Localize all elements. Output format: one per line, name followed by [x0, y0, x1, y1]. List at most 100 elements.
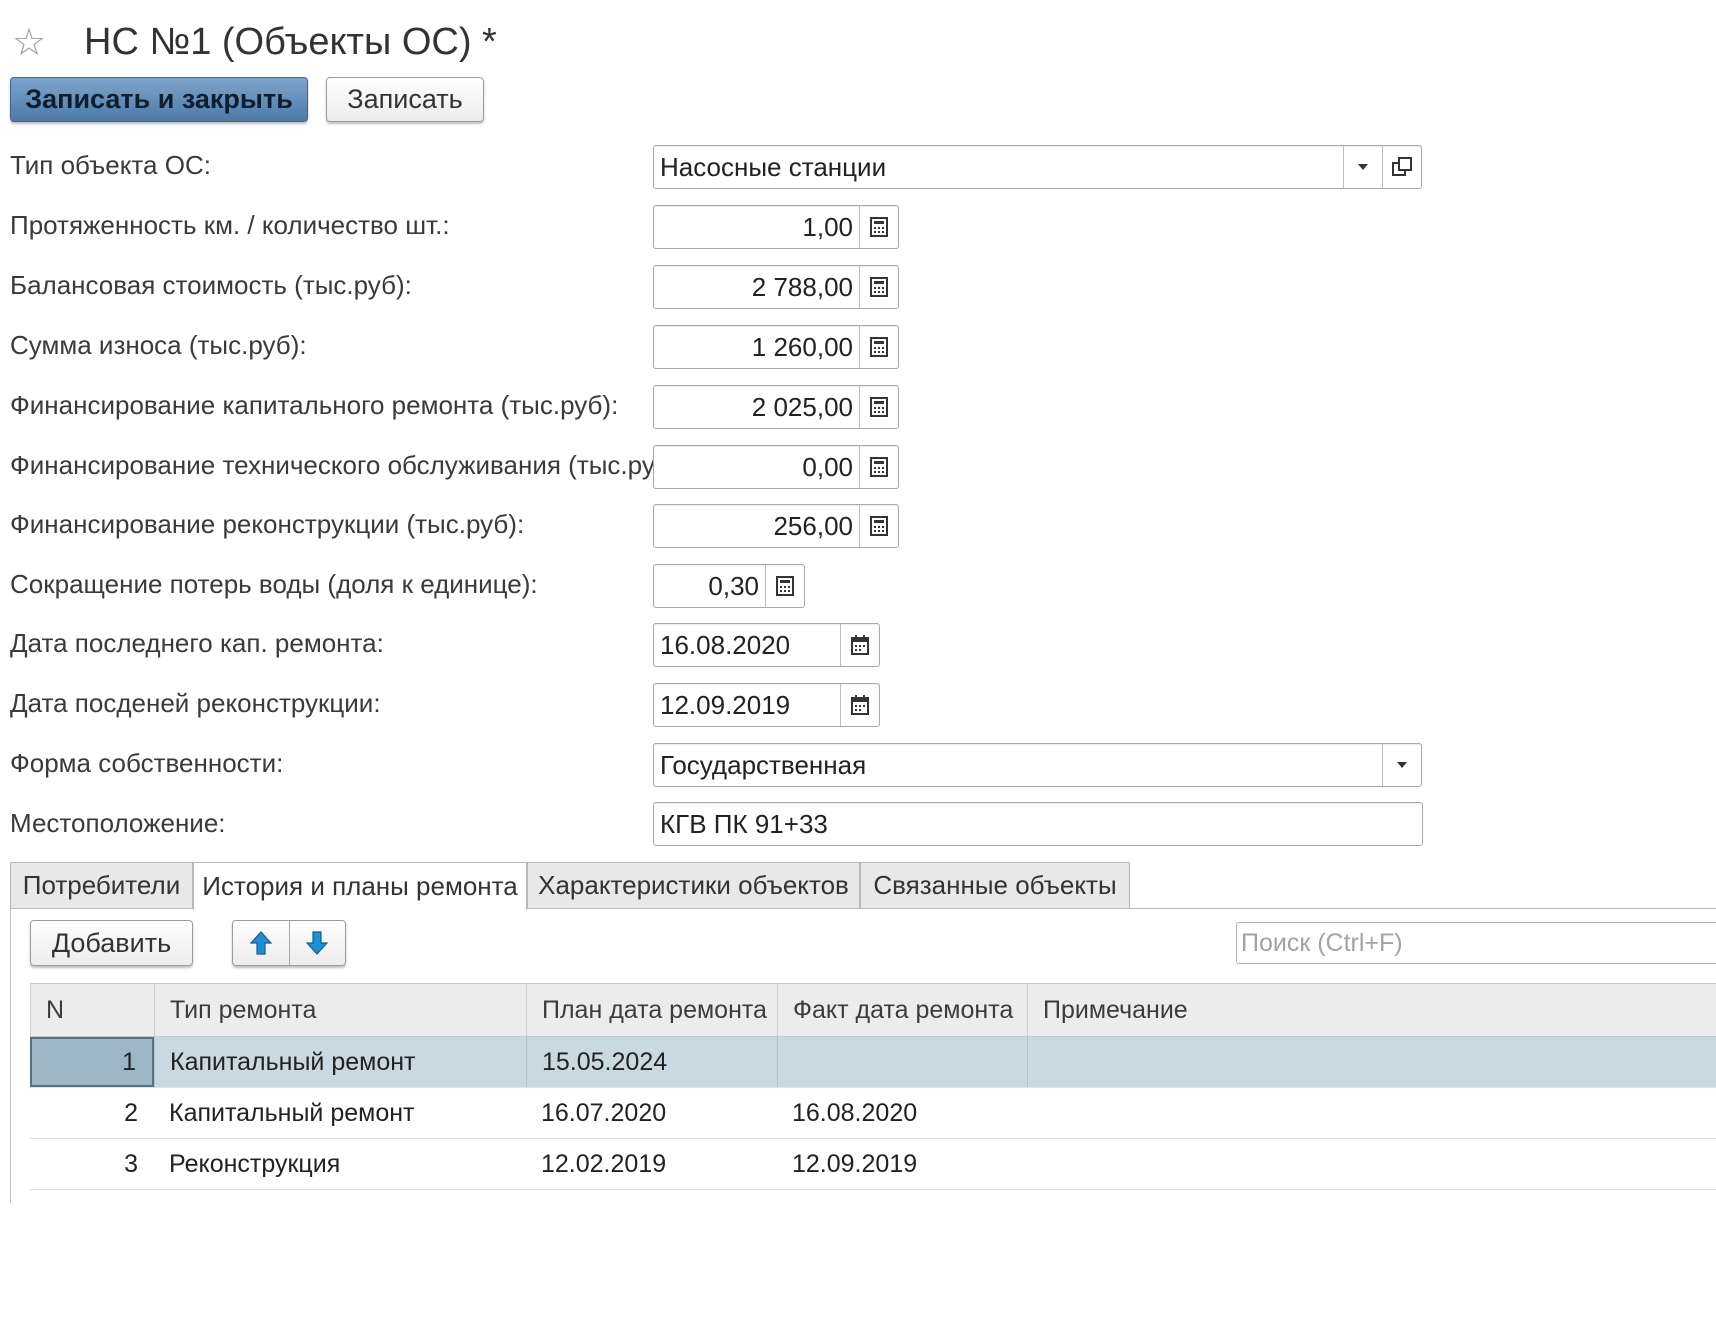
move-buttons	[232, 920, 346, 966]
ownership-form-field[interactable]: Государственная	[653, 743, 1422, 787]
save-and-close-button[interactable]: Записать и закрыть	[10, 77, 308, 122]
column-header-n[interactable]: N	[30, 984, 154, 1036]
depreciation-value: 1 260,00	[751, 331, 853, 362]
capital-repair-funding-value: 2 025,00	[751, 391, 853, 422]
depreciation-calc-button[interactable]	[859, 326, 898, 368]
repairs-table: N Тип ремонта План дата ремонта Факт дат…	[30, 983, 1716, 1190]
water-loss-reduction-calc-button[interactable]	[765, 565, 804, 607]
cell-repair-type: Капитальный ремонт	[154, 1037, 526, 1087]
calculator-icon	[870, 337, 888, 357]
last-capital-repair-date-value: 16.08.2020	[660, 629, 791, 660]
water-loss-reduction-value: 0,30	[708, 570, 759, 601]
water-loss-reduction-field[interactable]: 0,30	[653, 564, 805, 608]
reconstruction-funding-value: 256,00	[773, 510, 853, 541]
title-row: ☆ НС №1 (Объекты ОС) *	[12, 14, 497, 70]
last-reconstruction-date-value: 12.09.2019	[660, 689, 791, 720]
location-label: Местоположение:	[10, 808, 226, 838]
cell-n: 2	[124, 1098, 138, 1127]
column-header-repair-type[interactable]: Тип ремонта	[154, 984, 526, 1036]
last-capital-repair-date-field[interactable]: 16.08.2020	[653, 623, 880, 667]
table-row[interactable]: 3 Реконструкция 12.02.2019 12.09.2019	[30, 1139, 1716, 1190]
capital-repair-funding-calc-button[interactable]	[859, 386, 898, 428]
object-type-open-button[interactable]	[1382, 146, 1421, 188]
table-header: N Тип ремонта План дата ремонта Факт дат…	[30, 983, 1716, 1037]
capital-repair-funding-field[interactable]: 2 025,00	[653, 385, 899, 429]
arrow-down-icon	[306, 931, 329, 955]
tab-repair-history[interactable]: История и планы ремонта	[193, 862, 527, 910]
last-reconstruction-date-field[interactable]: 12.09.2019	[653, 683, 880, 727]
tab-object-characteristics[interactable]: Характеристики объектов	[527, 862, 860, 908]
cell-fact-date: 16.08.2020	[792, 1098, 918, 1127]
depreciation-label: Сумма износа (тыс.руб):	[10, 330, 307, 360]
move-down-button[interactable]	[288, 921, 346, 965]
cell-repair-type: Реконструкция	[169, 1149, 341, 1178]
calendar-icon	[851, 635, 869, 655]
last-capital-repair-date-label: Дата последнего кап. ремонта:	[10, 628, 384, 658]
cell-repair-type: Капитальный ремонт	[169, 1098, 415, 1127]
last-reconstruction-date-calendar-button[interactable]	[840, 684, 879, 726]
balance-cost-value: 2 788,00	[751, 271, 853, 302]
star-icon[interactable]: ☆	[12, 23, 60, 61]
add-button[interactable]: Добавить	[30, 920, 193, 966]
ownership-form-dropdown-button[interactable]	[1382, 744, 1421, 786]
arrow-up-icon	[249, 931, 272, 955]
save-button[interactable]: Записать	[326, 77, 484, 122]
reconstruction-funding-label: Финансирование реконструкции (тыс.руб):	[10, 509, 525, 539]
maintenance-funding-field[interactable]: 0,00	[653, 445, 899, 489]
calculator-icon	[776, 576, 794, 596]
maintenance-funding-calc-button[interactable]	[859, 446, 898, 488]
last-reconstruction-date-label: Дата посденей реконструкции:	[10, 688, 381, 718]
move-up-button[interactable]	[233, 921, 289, 965]
search-input[interactable]	[1236, 922, 1716, 964]
object-type-label: Тип объекта ОС:	[10, 150, 211, 180]
table-row[interactable]: 2 Капитальный ремонт 16.07.2020 16.08.20…	[30, 1088, 1716, 1139]
depreciation-field[interactable]: 1 260,00	[653, 325, 899, 369]
open-window-icon	[1392, 157, 1412, 176]
maintenance-funding-value: 0,00	[802, 451, 853, 482]
tab-linked-objects[interactable]: Связанные объекты	[860, 862, 1130, 908]
cell-plan-date: 16.07.2020	[541, 1098, 667, 1127]
object-type-dropdown-button[interactable]	[1343, 146, 1382, 188]
location-value: КГВ ПК 91+33	[660, 808, 828, 839]
reconstruction-funding-field[interactable]: 256,00	[653, 504, 899, 548]
cell-note	[1027, 1037, 1716, 1087]
last-capital-repair-date-calendar-button[interactable]	[840, 624, 879, 666]
cell-n: 3	[124, 1149, 138, 1178]
column-header-plan-date[interactable]: План дата ремонта	[526, 984, 777, 1036]
cell-plan-date: 12.02.2019	[541, 1149, 667, 1178]
balance-cost-calc-button[interactable]	[859, 266, 898, 308]
calculator-icon	[870, 397, 888, 417]
cell-fact-date	[777, 1037, 1027, 1087]
cell-n: 1	[30, 1037, 154, 1087]
length-count-value: 1,00	[802, 211, 853, 242]
calculator-icon	[870, 217, 888, 237]
location-field[interactable]: КГВ ПК 91+33	[653, 802, 1423, 846]
chevron-down-icon	[1397, 762, 1407, 768]
cell-note	[1027, 1088, 1716, 1138]
tab-consumers[interactable]: Потребители	[10, 862, 193, 908]
reconstruction-funding-calc-button[interactable]	[859, 505, 898, 547]
cell-plan-date: 15.05.2024	[526, 1037, 777, 1087]
cell-note	[1027, 1139, 1716, 1189]
water-loss-reduction-label: Сокращение потерь воды (доля к единице):	[10, 569, 538, 599]
calendar-icon	[851, 695, 869, 715]
cell-fact-date: 12.09.2019	[792, 1149, 918, 1178]
length-count-field[interactable]: 1,00	[653, 205, 899, 249]
column-header-note[interactable]: Примечание	[1027, 984, 1716, 1036]
object-type-field[interactable]: Насосные станции	[653, 145, 1422, 189]
capital-repair-funding-label: Финансирование капитального ремонта (тыс…	[10, 390, 619, 420]
calculator-icon	[870, 457, 888, 477]
length-count-label: Протяженность км. / количество шт.:	[10, 210, 450, 240]
length-count-calc-button[interactable]	[859, 206, 898, 248]
balance-cost-label: Балансовая стоимость (тыс.руб):	[10, 270, 412, 300]
balance-cost-field[interactable]: 2 788,00	[653, 265, 899, 309]
table-row[interactable]: 1 Капитальный ремонт 15.05.2024	[30, 1037, 1716, 1088]
calculator-icon	[870, 277, 888, 297]
ownership-form-label: Форма собственности:	[10, 748, 284, 778]
calculator-icon	[870, 516, 888, 536]
chevron-down-icon	[1358, 164, 1368, 170]
object-type-value: Насосные станции	[660, 151, 887, 182]
column-header-fact-date[interactable]: Факт дата ремонта	[777, 984, 1027, 1036]
panel-border	[10, 908, 11, 1203]
ownership-form-value: Государственная	[660, 749, 867, 780]
